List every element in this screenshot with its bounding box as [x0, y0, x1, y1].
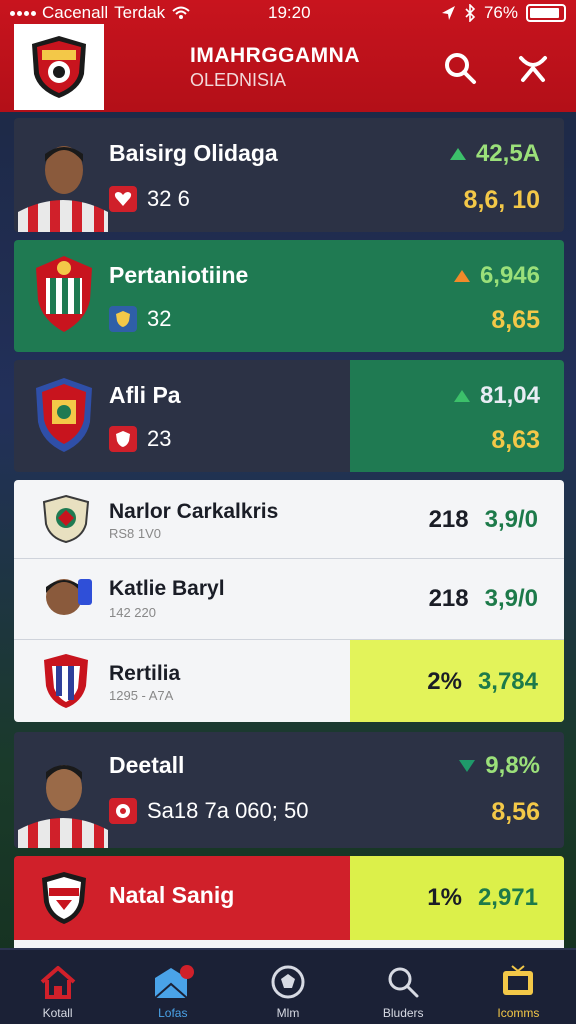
player-name: Deetall	[109, 752, 185, 778]
club-logo[interactable]	[14, 24, 104, 110]
club-name: Narlor Carkalkris	[109, 500, 279, 523]
rating-value: 8,6, 10	[463, 186, 540, 214]
nav-tv[interactable]: Icomms	[461, 950, 576, 1024]
bottom-nav: Kotall Lofas Mlm Bluders Icomms	[0, 948, 576, 1024]
nav-label: Icomms	[497, 1006, 540, 1020]
bluetooth-icon	[465, 4, 476, 22]
player-avatar	[18, 765, 108, 848]
home-icon	[40, 966, 75, 999]
club-crest-icon	[36, 256, 92, 332]
clock: 19:20	[268, 3, 311, 22]
app-header: Cacenall Terdak 19:20 76% IMAHRGGAMNA OL…	[0, 0, 576, 112]
carrier-label: Cacenall	[42, 3, 109, 22]
player-stat: 32 6	[147, 186, 190, 211]
club-meta: RS8 1V0	[109, 526, 162, 541]
list-item[interactable]: Afli Pa 23 81,04 8,63	[14, 360, 564, 472]
table-row[interactable]: Rertilia 1295 - A7A 2% 3,784	[14, 640, 564, 722]
heart-icon	[109, 186, 137, 212]
list-item[interactable]: Pertaniotiine 32 6,946 8,65	[14, 240, 564, 352]
rating-change: 42,5A	[475, 140, 540, 167]
player-stat: Sa18 7a 060; 50	[147, 798, 309, 823]
search-icon[interactable]	[442, 50, 478, 86]
value-panel	[350, 360, 564, 472]
stat-value: 1%	[427, 884, 462, 911]
nav-match[interactable]: Mlm	[230, 950, 345, 1024]
tv-icon	[503, 965, 534, 995]
list-item[interactable]: Baisirg Olidaga 32 6 42,5A 8,6, 10	[14, 118, 564, 232]
rating-value: 8,56	[491, 798, 540, 826]
table-row[interactable]: Narlor Carkalkris RS8 1V0 218 3,9/0	[14, 480, 564, 558]
close-icon[interactable]	[515, 50, 551, 86]
battery-percent: 76%	[483, 3, 518, 22]
player-name: Baisirg Olidaga	[109, 140, 278, 166]
nav-label: Kotall	[42, 1006, 73, 1020]
rating-value: 3,9/0	[484, 585, 538, 612]
club-meta: 1295 - A7A	[109, 688, 174, 703]
signal-icon	[10, 10, 36, 16]
rating-value: 8,63	[491, 426, 540, 454]
club-name: Afli Pa	[109, 382, 181, 408]
rating-value: 3,784	[477, 668, 538, 695]
club-crest-icon	[32, 36, 86, 98]
location-icon	[441, 6, 455, 20]
page-title: IMAHRGGAMNA	[190, 44, 360, 67]
network-label: Terdak	[114, 3, 166, 22]
table-row[interactable]: Katlie Baryl 142 220 218 3,9/0	[14, 559, 564, 639]
player-avatar	[18, 146, 108, 232]
rating-value: 8,65	[491, 306, 540, 334]
nav-home[interactable]: Kotall	[0, 950, 115, 1024]
wifi-icon	[172, 6, 190, 19]
shield-icon	[109, 426, 137, 452]
arrow-up-icon	[449, 148, 466, 160]
page-subtitle: OLEDNISIA	[190, 70, 287, 90]
club-crest-icon	[42, 872, 86, 924]
divider	[14, 940, 564, 948]
club-name: Rertilia	[109, 662, 181, 685]
stat-value: 218	[428, 506, 469, 533]
rating-change: 6,946	[479, 262, 540, 289]
match-icon	[271, 965, 305, 999]
list-item[interactable]: Natal Sanig 1% 2,971	[14, 856, 564, 940]
badge-icon	[109, 798, 137, 824]
club-name: Pertaniotiine	[109, 262, 249, 288]
player-meta: 142 220	[109, 605, 156, 620]
rating-value: 3,9/0	[484, 506, 538, 533]
rating-value: 2,971	[477, 884, 538, 911]
nav-search[interactable]: Bluders	[346, 950, 461, 1024]
shield-icon	[109, 306, 137, 332]
stat-value: 2%	[427, 668, 462, 695]
nav-inbox[interactable]: Lofas	[115, 950, 230, 1024]
club-crest-icon	[36, 378, 92, 452]
club-stat: 23	[147, 426, 172, 451]
nav-label: Bluders	[382, 1006, 424, 1020]
club-crest-icon	[42, 494, 90, 544]
arrow-up-icon	[453, 270, 470, 282]
player-avatar	[46, 579, 92, 615]
nav-label: Lofas	[158, 1006, 188, 1020]
club-name: Natal Sanig	[109, 882, 235, 908]
nav-label: Mlm	[276, 1006, 300, 1020]
club-crest-icon	[44, 654, 88, 708]
rating-change: 81,04	[479, 382, 540, 409]
list-item[interactable]: Deetall Sa18 7a 060; 50 9,8% 8,56	[14, 732, 564, 848]
stat-value: 218	[428, 585, 469, 612]
player-name: Katlie Baryl	[109, 577, 225, 600]
arrow-up-icon	[459, 760, 476, 772]
rating-change: 9,8%	[485, 752, 540, 779]
arrow-up-icon	[453, 390, 470, 402]
search-icon	[388, 967, 419, 998]
status-bar: Cacenall Terdak 19:20 76%	[0, 0, 576, 26]
club-stat: 32	[147, 306, 172, 331]
inbox-icon	[154, 965, 194, 999]
battery-icon	[526, 4, 566, 22]
